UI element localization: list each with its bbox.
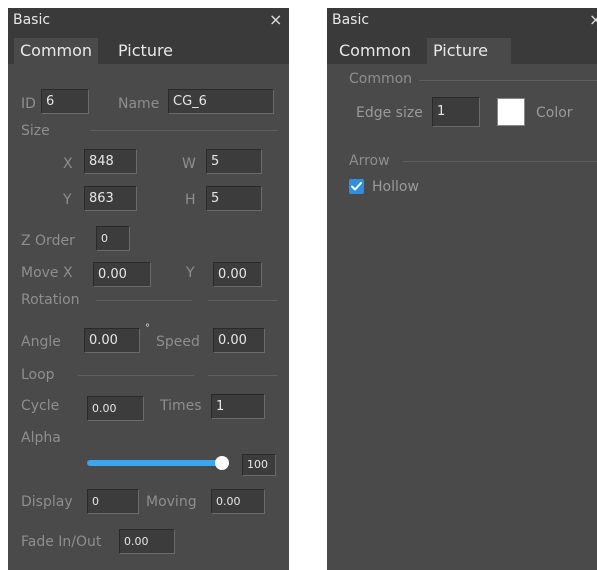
h-label: H bbox=[185, 192, 196, 208]
panel-title: Basic bbox=[13, 12, 51, 28]
arrow-section-label: Arrow bbox=[349, 153, 390, 169]
panel-title: Basic bbox=[332, 12, 370, 28]
size-section-label: Size bbox=[21, 123, 50, 139]
section-divider bbox=[419, 80, 597, 81]
basic-panel-picture: Basic × Common Picture Common Edge size … bbox=[327, 8, 597, 570]
tab-bar: Common Picture bbox=[8, 32, 289, 64]
alpha-slider-thumb[interactable] bbox=[215, 456, 229, 470]
speed-label: Speed bbox=[156, 334, 200, 350]
name-label: Name bbox=[118, 96, 160, 112]
basic-panel-common: Basic × Common Picture ID 6 Name CG_6 Si… bbox=[8, 8, 289, 570]
moving-field[interactable]: 0.00 bbox=[211, 489, 265, 514]
angle-field[interactable]: 0.00 bbox=[84, 328, 140, 353]
w-field[interactable]: 5 bbox=[206, 149, 262, 174]
hollow-label: Hollow bbox=[372, 179, 419, 195]
panel-title-bar: Basic bbox=[8, 8, 289, 32]
edge-size-label: Edge size bbox=[356, 105, 423, 121]
id-field[interactable]: 6 bbox=[41, 89, 89, 114]
close-icon[interactable]: × bbox=[269, 8, 282, 32]
fade-field[interactable]: 0.00 bbox=[119, 529, 175, 554]
section-divider bbox=[208, 375, 278, 376]
id-label: ID bbox=[21, 96, 36, 112]
section-divider bbox=[208, 300, 278, 301]
display-label: Display bbox=[21, 494, 73, 510]
tab-bar: Common Picture bbox=[327, 32, 597, 64]
tab-common[interactable]: Common bbox=[14, 38, 99, 64]
section-divider bbox=[90, 130, 278, 131]
cycle-field[interactable]: 0.00 bbox=[87, 396, 144, 421]
tab-picture[interactable]: Picture bbox=[112, 38, 179, 64]
checkmark-icon bbox=[351, 182, 362, 191]
loop-section-label: Loop bbox=[21, 367, 55, 383]
move-y-field[interactable]: 0.00 bbox=[213, 262, 262, 287]
alpha-slider-fill bbox=[87, 460, 223, 466]
speed-field[interactable]: 0.00 bbox=[213, 328, 265, 353]
h-field[interactable]: 5 bbox=[206, 186, 262, 211]
fade-label: Fade In/Out bbox=[21, 534, 102, 550]
close-icon[interactable]: × bbox=[589, 8, 597, 32]
display-field[interactable]: 0 bbox=[87, 489, 139, 514]
y-label: Y bbox=[63, 192, 72, 208]
cycle-label: Cycle bbox=[21, 398, 60, 414]
color-swatch[interactable] bbox=[497, 98, 525, 126]
section-divider bbox=[403, 161, 597, 162]
moving-label: Moving bbox=[146, 494, 197, 510]
section-divider bbox=[96, 300, 192, 301]
tab-picture[interactable]: Picture bbox=[427, 38, 511, 64]
times-field[interactable]: 1 bbox=[211, 394, 265, 419]
move-x-field[interactable]: 0.00 bbox=[93, 262, 151, 287]
alpha-label: Alpha bbox=[21, 430, 61, 446]
alpha-slider[interactable] bbox=[87, 456, 229, 470]
degree-symbol: ° bbox=[145, 323, 150, 334]
move-x-label: Move X bbox=[21, 265, 73, 281]
rotation-section-label: Rotation bbox=[21, 292, 80, 308]
x-label: X bbox=[63, 156, 73, 172]
angle-label: Angle bbox=[21, 334, 61, 350]
edge-size-field[interactable]: 1 bbox=[432, 97, 480, 127]
hollow-checkbox[interactable] bbox=[349, 179, 364, 194]
color-label: Color bbox=[536, 105, 573, 121]
move-y-label: Y bbox=[186, 265, 195, 281]
z-order-field[interactable]: 0 bbox=[96, 226, 130, 251]
tab-common[interactable]: Common bbox=[333, 38, 417, 64]
w-label: W bbox=[182, 156, 196, 172]
section-divider bbox=[78, 375, 194, 376]
alpha-value-field[interactable]: 100 bbox=[242, 454, 276, 476]
y-field[interactable]: 863 bbox=[84, 186, 137, 211]
x-field[interactable]: 848 bbox=[84, 149, 137, 174]
name-field[interactable]: CG_6 bbox=[168, 89, 274, 114]
common-section-label: Common bbox=[349, 71, 413, 87]
z-order-label: Z Order bbox=[21, 233, 75, 249]
times-label: Times bbox=[160, 398, 202, 414]
panel-title-bar: Basic bbox=[327, 8, 597, 32]
